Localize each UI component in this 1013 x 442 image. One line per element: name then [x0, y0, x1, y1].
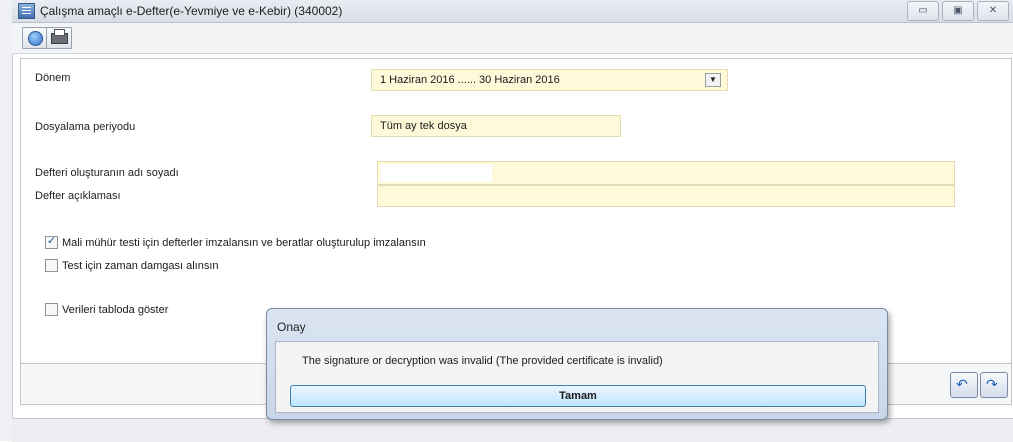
donem-label: Dönem — [35, 72, 71, 84]
maximize-button[interactable]: ▣ — [942, 1, 974, 21]
printer-icon — [51, 29, 68, 44]
dosyalama-field[interactable]: Tüm ay tek dosya — [371, 115, 621, 137]
app-icon — [18, 3, 35, 19]
olusturan-field[interactable] — [377, 161, 955, 185]
dialog-title: Onay — [277, 320, 306, 334]
checkbox-checked-icon[interactable] — [45, 234, 58, 249]
mali-muhur-checkbox[interactable]: Mali mühür testi için defterler imzalans… — [45, 234, 426, 249]
zaman-damgasi-label: Test için zaman damgası alınsın — [62, 259, 219, 272]
ok-button[interactable]: Tamam — [290, 385, 866, 407]
forward-button[interactable]: ↷ — [980, 372, 1008, 398]
checkbox-icon[interactable] — [45, 303, 58, 316]
olusturan-field-white — [380, 164, 492, 182]
aciklama-label: Defter açıklaması — [35, 190, 121, 202]
mali-muhur-label: Mali mühür testi için defterler imzalans… — [62, 236, 426, 249]
dosyalama-label: Dosyalama periyodu — [35, 121, 136, 133]
zaman-damgasi-checkbox[interactable]: Test için zaman damgası alınsın — [45, 259, 219, 272]
donem-value: 1 Haziran 2016 ...... 30 Haziran 2016 — [380, 74, 560, 86]
back-icon: ↶ — [956, 376, 968, 392]
forward-icon: ↷ — [986, 376, 998, 392]
web-button[interactable] — [22, 27, 48, 49]
window-title: Çalışma amaçlı e-Defter(e-Yevmiye ve e-K… — [40, 4, 343, 18]
dialog-body: The signature or decryption was invalid … — [275, 341, 879, 413]
close-button[interactable]: ✕ — [977, 1, 1009, 21]
minimize-button[interactable]: ▭ — [907, 1, 939, 21]
checkbox-icon[interactable] — [45, 259, 58, 272]
chevron-down-icon[interactable]: ▼ — [705, 73, 721, 87]
aciklama-field[interactable] — [377, 185, 955, 207]
globe-icon — [28, 31, 43, 46]
dialog-message: The signature or decryption was invalid … — [302, 355, 663, 367]
left-edge-strip — [0, 0, 13, 441]
toolbar — [12, 23, 1013, 54]
donem-dropdown[interactable]: 1 Haziran 2016 ...... 30 Haziran 2016 ▼ — [371, 69, 728, 91]
verileri-tabloda-checkbox[interactable]: Verileri tabloda göster — [45, 303, 168, 316]
confirm-dialog: Onay The signature or decryption was inv… — [266, 308, 888, 420]
window-controls: ▭ ▣ ✕ — [907, 1, 1009, 21]
back-button[interactable]: ↶ — [950, 372, 978, 398]
verileri-tabloda-label: Verileri tabloda göster — [62, 303, 169, 316]
status-bar — [12, 418, 1013, 442]
print-button[interactable] — [46, 27, 72, 49]
window-titlebar: Çalışma amaçlı e-Defter(e-Yevmiye ve e-K… — [12, 0, 1013, 23]
dosyalama-value: Tüm ay tek dosya — [380, 120, 467, 132]
olusturan-label: Defteri oluşturanın adı soyadı — [35, 167, 179, 179]
